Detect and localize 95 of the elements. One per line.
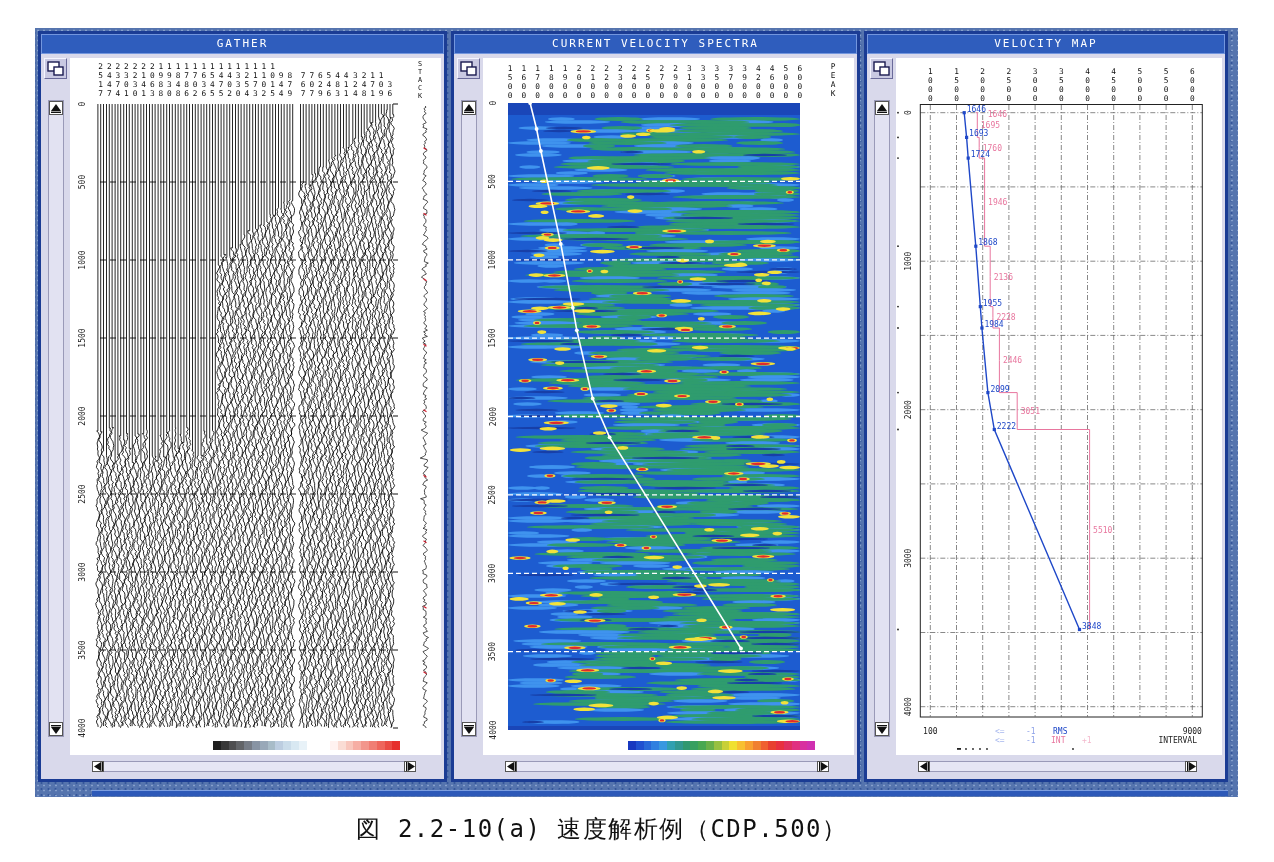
scroll-left-button[interactable] (92, 761, 104, 772)
data-label: 1693 (969, 129, 989, 139)
up-triangle-icon (50, 103, 61, 113)
axis-tick-label: 3500 (77, 640, 87, 660)
point (974, 244, 978, 248)
point (966, 156, 970, 160)
axis-tick-label: 100 (923, 727, 938, 736)
scroll-up-button[interactable] (48, 101, 63, 115)
legend-value: -1 (1026, 736, 1036, 745)
scroll-down-button[interactable] (461, 722, 476, 736)
vertical-scrollbar[interactable] (47, 100, 64, 737)
left-triangle-icon (506, 762, 516, 771)
up-triangle-icon (463, 103, 474, 113)
box-in-box-icon (460, 61, 477, 76)
axis-tick-label: 1500 (77, 328, 87, 348)
data-label: 1646 (966, 104, 986, 114)
right-triangle-icon (1186, 762, 1196, 771)
legend-label: INT (1051, 736, 1066, 745)
down-triangle-icon (876, 724, 887, 734)
point (1077, 627, 1082, 632)
legend-operator: <= (995, 727, 1005, 736)
data-label: 1646 (987, 109, 1008, 119)
point (980, 326, 984, 330)
view-button[interactable] (457, 58, 480, 79)
vertical-scrollbar[interactable] (460, 100, 477, 737)
axis-title: INTERVAL (1158, 736, 1197, 745)
data-label: 1868 (978, 238, 998, 248)
scroll-left-button[interactable] (505, 761, 517, 772)
axis-tick-label: 2500 (77, 484, 87, 504)
axis-tick-label: 2000 (488, 406, 498, 427)
legend-operator: <= (995, 736, 1005, 745)
axis-tick-label: 500 (488, 174, 498, 189)
panel-title: CURRENT VELOCITY SPECTRA (454, 34, 857, 54)
point (992, 427, 996, 432)
right-triangle-icon (405, 762, 415, 771)
left-triangle-icon (93, 762, 103, 771)
view-button[interactable] (870, 58, 893, 79)
axis-tick-label: 1500 (488, 328, 498, 348)
left-triangle-icon (919, 762, 929, 771)
axis-tick-label: 0 (904, 110, 914, 116)
axis-tick-label: 4000 (77, 718, 87, 738)
axis-tick-label: 2500 (488, 485, 498, 505)
scroll-down-button[interactable] (48, 722, 63, 736)
panel-title: GATHER (41, 34, 444, 54)
axis-tick-label: 0 (77, 101, 87, 107)
scroll-up-button[interactable] (874, 101, 889, 115)
data-label: 3051 (1020, 407, 1040, 416)
data-label: 2228 (996, 313, 1016, 323)
point (978, 305, 982, 309)
data-label: 1695 (980, 121, 1001, 130)
scroll-right-button[interactable] (817, 761, 829, 772)
axis-tick-label: 3000 (904, 548, 914, 568)
axis-tick-label: 500 (77, 174, 87, 190)
legend-label: RMS (1053, 727, 1068, 736)
scroll-right-button[interactable] (404, 761, 416, 772)
point (962, 111, 966, 115)
view-button[interactable] (44, 58, 67, 79)
up-triangle-icon (876, 103, 887, 113)
axis-tick-label: 3500 (488, 641, 498, 662)
right-triangle-icon (818, 762, 828, 771)
scroll-up-button[interactable] (461, 101, 476, 115)
down-triangle-icon (463, 724, 474, 734)
scroll-down-button[interactable] (874, 722, 889, 736)
axis-tick-label: 3000 (488, 563, 498, 583)
legend-value: +1 (1082, 736, 1092, 745)
scroll-left-button[interactable] (918, 761, 930, 772)
axis-tick-label: 4000 (904, 697, 914, 717)
scroll-right-button[interactable] (1185, 761, 1197, 772)
data-label: 2446 (1002, 356, 1023, 366)
data-label: 2136 (993, 272, 1013, 282)
data-label: 3848 (1082, 621, 1102, 631)
axis-tick-label: 9000 (1182, 727, 1202, 736)
point (986, 391, 990, 395)
point (965, 135, 969, 139)
axis-tick-label: 1000 (488, 250, 498, 270)
box-in-box-icon (873, 61, 890, 76)
data-label: 2099 (990, 384, 1010, 394)
axis-tick-label: 4000 (488, 720, 498, 740)
axis-tick-label: 1000 (77, 250, 87, 270)
legend-value: -1 (1026, 727, 1036, 736)
data-label: 5510 (1093, 525, 1113, 535)
down-triangle-icon (50, 724, 61, 734)
axis-tick-label: 2000 (77, 406, 87, 426)
vertical-scrollbar[interactable] (873, 100, 890, 737)
axis-tick-label: 0 (488, 100, 498, 106)
data-label: 1955 (982, 298, 1003, 308)
data-label: 2222 (996, 421, 1017, 431)
axis-tick-label: 3000 (77, 562, 87, 582)
data-label: 1984 (984, 320, 1004, 329)
axis-tick-label: 2000 (904, 400, 914, 420)
figure-caption: 図 2.2-10(a) 速度解析例（CDP.500） (355, 815, 849, 843)
panel-title: VELOCITY MAP (867, 34, 1225, 54)
box-in-box-icon (47, 61, 64, 76)
data-label: 1946 (988, 198, 1008, 208)
axis-tick-label: 1000 (904, 251, 914, 271)
